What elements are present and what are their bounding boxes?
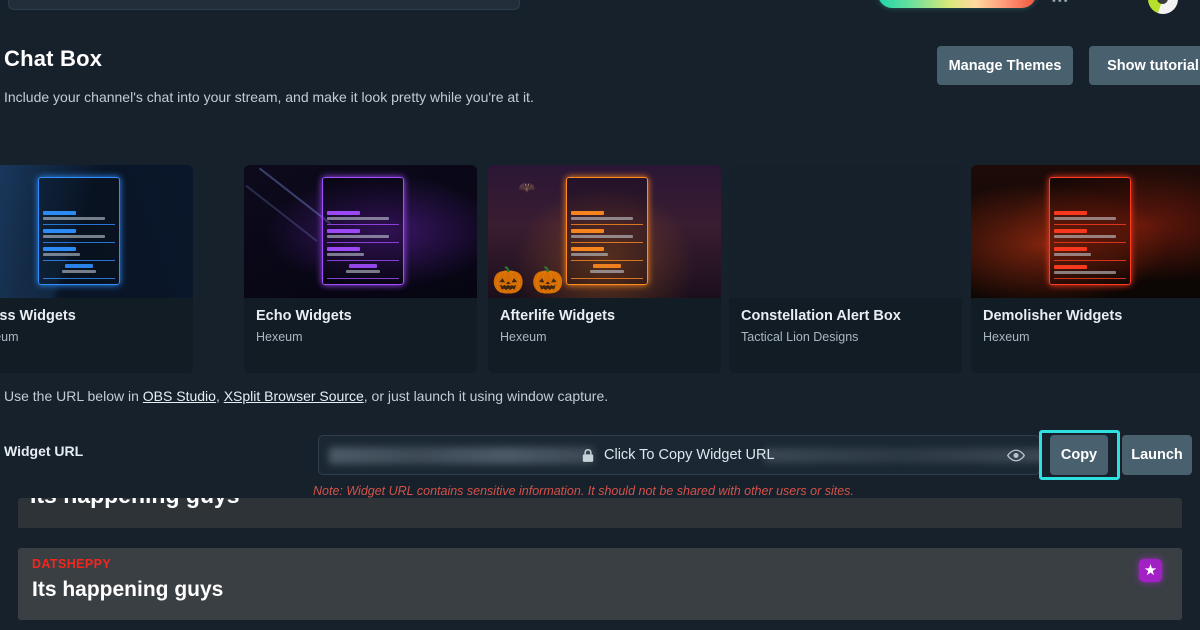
chat-text: Its happening guys: [32, 578, 224, 601]
gradient-pill-button[interactable]: [878, 0, 1036, 8]
widget-name: Abyss Widgets: [0, 308, 76, 324]
url-instruction-prefix: Use the URL below in: [4, 388, 143, 404]
widget-thumbnail: [488, 165, 721, 298]
copy-url-button[interactable]: Copy: [1050, 435, 1108, 475]
widget-thumbnail: [971, 165, 1200, 298]
widget-card-demolisher[interactable]: Demolisher Widgets Hexeum: [971, 165, 1200, 373]
url-instruction-mid: ,: [215, 388, 224, 404]
launch-widget-button[interactable]: Launch: [1122, 435, 1192, 475]
eye-reveal-icon[interactable]: [1007, 448, 1025, 463]
widget-author: Hexeum: [256, 330, 303, 344]
page-title: Chat Box: [4, 46, 103, 71]
widget-name: Constellation Alert Box: [741, 308, 901, 324]
widget-thumbnail: [729, 165, 962, 298]
widget-card-echo[interactable]: Echo Widgets Hexeum: [244, 165, 477, 373]
widget-card-afterlife[interactable]: Afterlife Widgets Hexeum: [488, 165, 721, 373]
widget-url-label: Widget URL: [4, 443, 84, 459]
masked-url-text-tail: [764, 448, 1039, 463]
widget-author: Tactical Lion Designs: [741, 330, 859, 344]
click-to-copy-hint: Click To Copy Widget URL: [604, 447, 775, 463]
chat-message-clipped: Its happening guys: [18, 498, 1182, 528]
obs-studio-link[interactable]: OBS Studio: [143, 388, 216, 404]
global-search-input[interactable]: [8, 0, 520, 10]
widget-name: Echo Widgets: [256, 308, 352, 324]
widget-name: Demolisher Widgets: [983, 308, 1123, 324]
url-instruction-suffix: , or just launch it using window capture…: [363, 388, 609, 404]
widget-card-constellation[interactable]: Constellation Alert Box Tactical Lion De…: [729, 165, 962, 373]
lock-icon: [582, 448, 594, 462]
chat-username: DATSHEPPY: [32, 557, 112, 571]
sensitive-url-note: Note: Widget URL contains sensitive info…: [313, 484, 854, 498]
widget-thumbnail: [0, 165, 193, 298]
url-instruction-text: Use the URL below in OBS Studio, XSplit …: [4, 388, 608, 404]
widget-thumbnail: [244, 165, 477, 298]
widget-author: Hexeum: [0, 330, 19, 344]
page-subtitle: Include your channel's chat into your st…: [4, 89, 534, 105]
top-bar: •••: [0, 0, 1200, 22]
overflow-menu-icon[interactable]: •••: [1052, 0, 1074, 7]
masked-url-text: [329, 447, 594, 464]
manage-themes-button[interactable]: Manage Themes: [937, 46, 1073, 85]
chat-message: DATSHEPPY Its happening guys ★: [18, 548, 1182, 620]
widget-url-field[interactable]: Click To Copy Widget URL: [318, 435, 1040, 475]
widget-name: Afterlife Widgets: [500, 308, 616, 324]
widget-theme-carousel: Abyss Widgets Hexeum Echo Widg: [0, 165, 1200, 373]
chat-clipped-text: Its happening guys: [30, 498, 240, 509]
widget-author: Hexeum: [983, 330, 1030, 344]
show-tutorial-button[interactable]: Show tutorial: [1089, 46, 1200, 85]
xsplit-browser-source-link[interactable]: XSplit Browser Source: [224, 388, 364, 404]
star-badge-icon: ★: [1139, 559, 1162, 582]
widget-author: Hexeum: [500, 330, 547, 344]
user-avatar[interactable]: [1148, 0, 1178, 14]
chat-box-page: ••• Chat Box Include your channel's chat…: [0, 0, 1200, 630]
widget-card-abyss[interactable]: Abyss Widgets Hexeum: [0, 165, 193, 373]
